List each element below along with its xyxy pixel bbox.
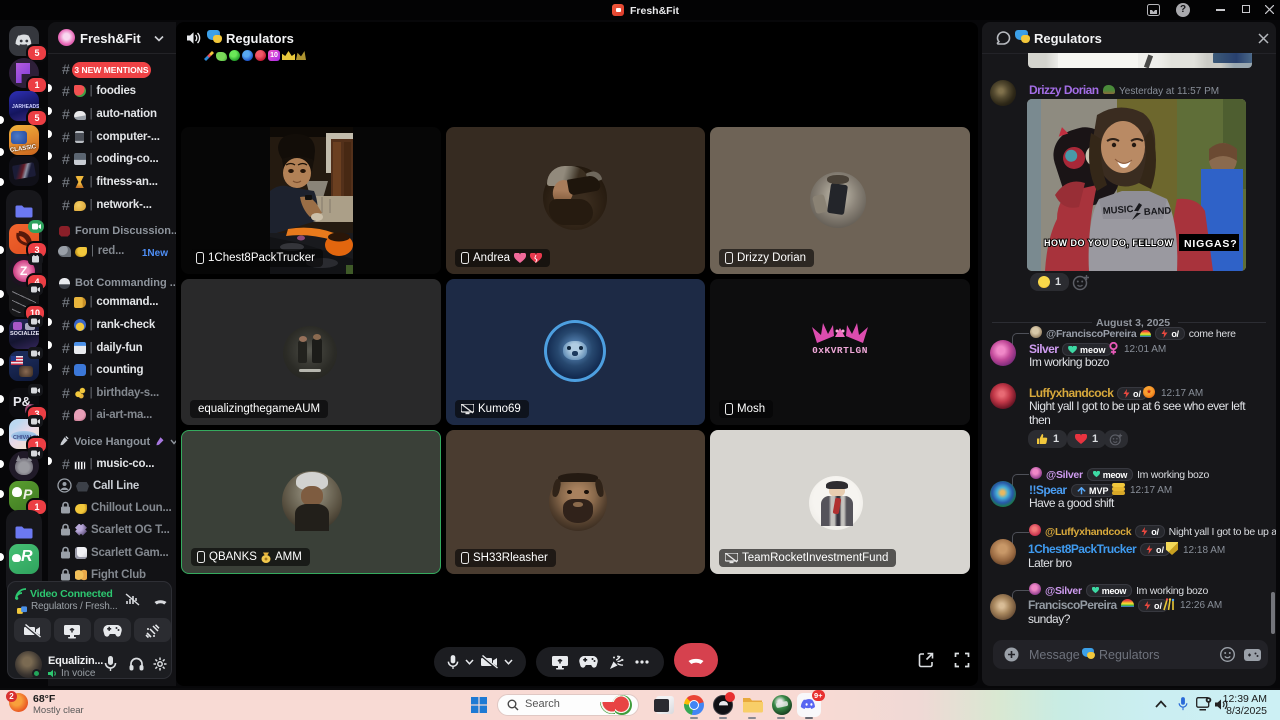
svg-text:BAND: BAND <box>1144 206 1172 218</box>
svg-text:NIGGAS?: NIGGAS? <box>1184 238 1237 250</box>
svg-text:HOW DO YOU DO, FELLOW: HOW DO YOU DO, FELLOW <box>1044 238 1173 248</box>
svg-text:MUSIC: MUSIC <box>1102 204 1133 217</box>
